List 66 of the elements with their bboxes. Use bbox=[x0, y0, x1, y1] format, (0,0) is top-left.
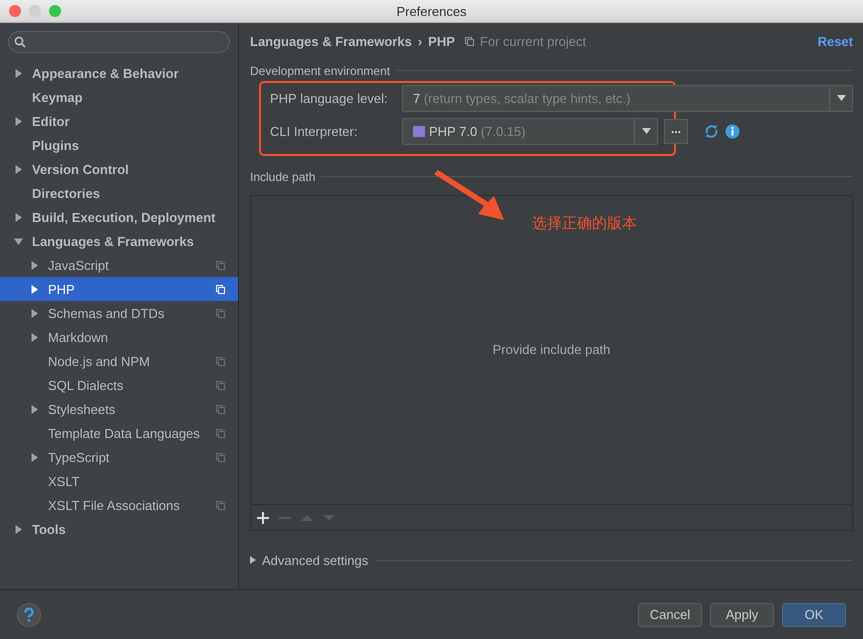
sidebar-item[interactable]: Template Data Languages bbox=[0, 421, 238, 445]
sidebar-item[interactable]: Schemas and DTDs bbox=[0, 301, 238, 325]
sidebar-item[interactable]: Keymap bbox=[0, 85, 238, 109]
dialog-button[interactable]: Cancel bbox=[638, 602, 702, 626]
breadcrumb-text: Languages & Frameworks bbox=[250, 34, 412, 50]
arrow-icon bbox=[432, 170, 506, 222]
expand-arrow-icon bbox=[30, 260, 39, 270]
window-title: Preferences bbox=[396, 4, 467, 18]
minimize-window-button[interactable] bbox=[29, 5, 41, 17]
sidebar-item[interactable]: TypeScript bbox=[0, 445, 238, 469]
sidebar-item[interactable]: Plugins bbox=[0, 133, 238, 157]
sidebar-item[interactable]: Node.js and NPM bbox=[0, 349, 238, 373]
sidebar-item[interactable]: SQL Dialects bbox=[0, 373, 238, 397]
close-window-button[interactable] bbox=[9, 5, 21, 17]
field-label: PHP language level: bbox=[270, 90, 389, 106]
dropdown-caret-icon bbox=[836, 95, 846, 102]
sidebar-item[interactable]: Build, Execution, Deployment bbox=[0, 205, 238, 229]
ok-button[interactable]: OK bbox=[782, 602, 846, 626]
breadcrumb-text: › bbox=[418, 34, 422, 50]
expand-arrow-icon bbox=[30, 404, 39, 414]
copy-icon bbox=[464, 37, 474, 46]
search-field[interactable] bbox=[8, 31, 230, 53]
expand-arrow-icon bbox=[14, 116, 23, 126]
expand-arrow-icon bbox=[14, 236, 23, 246]
scope-label: For current project bbox=[480, 34, 586, 50]
sidebar-item[interactable]: Appearance & Behavior bbox=[0, 61, 238, 85]
sidebar-item[interactable]: PHP bbox=[0, 277, 238, 301]
refresh-icon[interactable] bbox=[704, 124, 719, 139]
browse-button[interactable]: ... bbox=[664, 118, 688, 144]
reset-link[interactable]: Reset bbox=[818, 34, 853, 50]
advanced-settings-toggle[interactable]: Advanced settings bbox=[250, 552, 368, 568]
section-title: Include path bbox=[250, 170, 316, 184]
expand-arrow-icon bbox=[30, 332, 39, 342]
sidebar-item[interactable]: Languages & Frameworks bbox=[0, 229, 238, 253]
sidebar-item[interactable]: Editor bbox=[0, 109, 238, 133]
sidebar-item[interactable]: Tools bbox=[0, 517, 238, 541]
annotation-text: 选择正确的版本 bbox=[532, 214, 637, 233]
language-level-dropdown[interactable]: 7 (return types, scalar type hints, etc.) bbox=[402, 84, 853, 112]
empty-list-message: Provide include path bbox=[492, 342, 610, 358]
expand-arrow-icon bbox=[14, 524, 23, 534]
expand-arrow-icon bbox=[30, 284, 39, 294]
sidebar-item[interactable]: Markdown bbox=[0, 325, 238, 349]
add-icon[interactable] bbox=[257, 512, 269, 524]
dialog-button[interactable]: Apply bbox=[710, 602, 774, 626]
expand-arrow-icon bbox=[14, 164, 23, 174]
expand-arrow-icon bbox=[14, 68, 23, 78]
sidebar-item[interactable]: JavaScript bbox=[0, 253, 238, 277]
help-button[interactable] bbox=[17, 602, 41, 626]
sidebar-item[interactable]: Directories bbox=[0, 181, 238, 205]
expand-arrow-icon bbox=[30, 308, 39, 318]
cli-interpreter-dropdown[interactable]: PHP 7.0 (7.0.15) bbox=[402, 118, 658, 145]
zoom-window-button[interactable] bbox=[49, 5, 61, 17]
search-icon bbox=[14, 36, 26, 48]
sidebar-item[interactable]: Stylesheets bbox=[0, 397, 238, 421]
info-icon[interactable] bbox=[725, 124, 740, 139]
sidebar-item[interactable]: XSLT File Associations bbox=[0, 493, 238, 517]
expand-arrow-icon bbox=[30, 452, 39, 462]
dropdown-caret-icon bbox=[642, 128, 650, 134]
breadcrumb-text: PHP bbox=[428, 34, 455, 50]
expand-arrow-icon bbox=[14, 212, 23, 222]
field-label: CLI Interpreter: bbox=[270, 124, 358, 139]
php-icon bbox=[413, 126, 425, 137]
section-title: Development environment bbox=[250, 64, 390, 78]
sidebar-item[interactable]: Version Control bbox=[0, 157, 238, 181]
sidebar-item[interactable]: XSLT bbox=[0, 469, 238, 493]
expand-arrow-icon bbox=[250, 556, 256, 564]
